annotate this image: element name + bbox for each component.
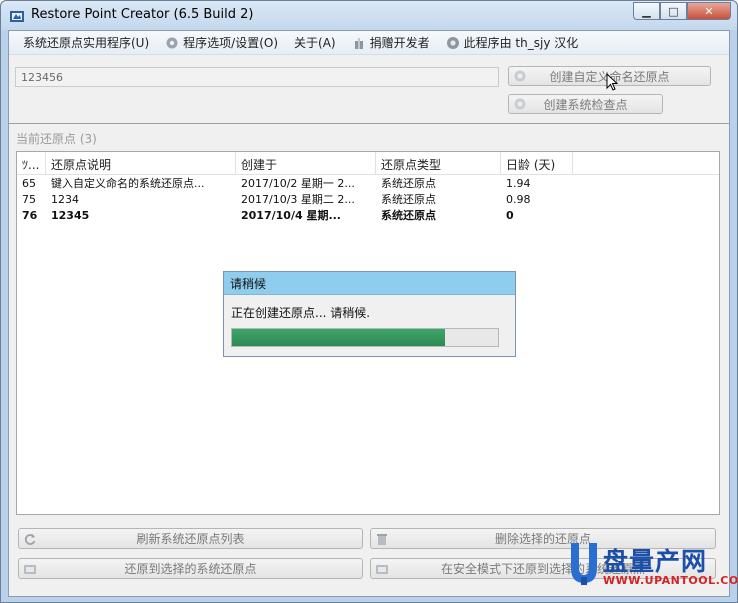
divider (9, 123, 729, 124)
row-age: 0.98 (506, 193, 531, 206)
progress-bar (231, 328, 499, 347)
table-row[interactable]: 76 12345 2017/10/4 星期... 系统还原点 0 (17, 208, 719, 224)
title-bar[interactable]: Restore Point Creator (6.5 Build 2) ▁ □ … (1, 1, 737, 30)
client-area: 系统还原点实用程序(U) 程序选项/设置(O) 关于(A) 捐赠开发者 此程序由… (8, 30, 730, 597)
u-disk-logo-icon (571, 543, 597, 585)
close-button[interactable]: ✕ (687, 2, 731, 20)
table-row[interactable]: 65 键入自定义命名的系统还原点... 2017/10/2 星期一 2... 系… (17, 176, 719, 192)
minimize-button[interactable]: ▁ (633, 2, 660, 20)
create-checkpoint-icon (514, 98, 526, 110)
info-icon (446, 36, 459, 49)
refresh-label: 刷新系统还原点列表 (136, 532, 245, 546)
row-type: 系统还原点 (381, 177, 436, 190)
column-header-type[interactable]: 还原点类型 (376, 152, 501, 175)
column-header-id[interactable]: ﾂ... (17, 152, 46, 175)
list-rows: 65 键入自定义命名的系统还原点... 2017/10/2 星期一 2... 系… (17, 176, 719, 224)
menu-translator[interactable]: 此程序由 th_sjy 汉化 (438, 32, 587, 54)
app-icon (10, 11, 24, 22)
menu-donate-label: 捐赠开发者 (369, 36, 430, 50)
app-window: Restore Point Creator (6.5 Build 2) ▁ □ … (0, 0, 738, 603)
row-description: 键入自定义命名的系统还原点... (51, 177, 205, 190)
restore-icon (24, 564, 36, 574)
column-header-age[interactable]: 日龄 (天) (501, 152, 573, 175)
column-header-description[interactable]: 还原点说明 (46, 152, 236, 175)
menu-options[interactable]: 程序选项/设置(O) (157, 32, 286, 54)
row-description: 1234 (51, 193, 79, 206)
column-header-created[interactable]: 创建于 (236, 152, 376, 175)
row-id: 75 (22, 193, 36, 206)
mouse-cursor-icon (606, 73, 618, 91)
row-created: 2017/10/4 星期... (241, 209, 341, 222)
row-id: 76 (22, 209, 38, 222)
menu-utilities[interactable]: 系统还原点实用程序(U) (9, 32, 157, 54)
dialog-message: 正在创建还原点... 请稍候. (231, 306, 371, 320)
create-check-label: 创建系统检查点 (543, 97, 628, 112)
gift-icon (354, 37, 363, 49)
menu-about-label: 关于(A) (294, 36, 336, 50)
gear-icon (166, 37, 178, 48)
current-restore-points-label: 当前还原点 (3) (16, 132, 97, 146)
row-created: 2017/10/3 星期二 2... (241, 193, 355, 206)
trash-icon (377, 533, 387, 545)
row-created: 2017/10/2 星期一 2... (241, 177, 355, 190)
create-restore-icon (514, 70, 526, 82)
row-age: 0 (506, 209, 514, 222)
refresh-icon (24, 533, 36, 545)
dialog-title: 请稍候 (224, 272, 515, 295)
list-header: ﾂ... 还原点说明 创建于 还原点类型 日龄 (天) (17, 152, 719, 175)
window-title: Restore Point Creator (6.5 Build 2) (31, 7, 254, 22)
restore-label: 还原到选择的系统还原点 (124, 562, 257, 576)
watermark-url: WWW.UPANTOOL.COM (603, 574, 738, 587)
menu-donate[interactable]: 捐赠开发者 (344, 32, 438, 54)
refresh-restore-points-button[interactable]: 刷新系统还原点列表 (18, 528, 363, 549)
row-id: 65 (22, 177, 36, 190)
menu-bar: 系统还原点实用程序(U) 程序选项/设置(O) 关于(A) 捐赠开发者 此程序由… (9, 31, 729, 55)
table-row[interactable]: 75 1234 2017/10/3 星期二 2... 系统还原点 0.98 (17, 192, 719, 208)
create-system-checkpoint-button[interactable]: 创建系统检查点 (508, 94, 663, 114)
maximize-button[interactable]: □ (660, 2, 687, 20)
menu-utilities-label: 系统还原点实用程序(U) (23, 36, 150, 50)
menu-options-label: 程序选项/设置(O) (183, 36, 279, 50)
row-description: 12345 (51, 209, 90, 222)
safe-mode-icon (376, 564, 388, 574)
restore-point-name-input[interactable] (15, 67, 499, 87)
restore-to-selected-button[interactable]: 还原到选择的系统还原点 (18, 558, 363, 579)
progress-fill (232, 329, 445, 346)
watermark-brand: 盘量产网 (603, 547, 708, 576)
row-age: 1.94 (506, 177, 531, 190)
please-wait-dialog: 请稍候 正在创建还原点... 请稍候. (223, 271, 516, 357)
site-watermark: 盘量产网 WWW.UPANTOOL.COM (567, 541, 738, 597)
menu-translator-label: 此程序由 th_sjy 汉化 (463, 36, 579, 50)
row-type: 系统还原点 (381, 209, 436, 222)
menu-about[interactable]: 关于(A) (286, 32, 344, 54)
row-type: 系统还原点 (381, 193, 436, 206)
